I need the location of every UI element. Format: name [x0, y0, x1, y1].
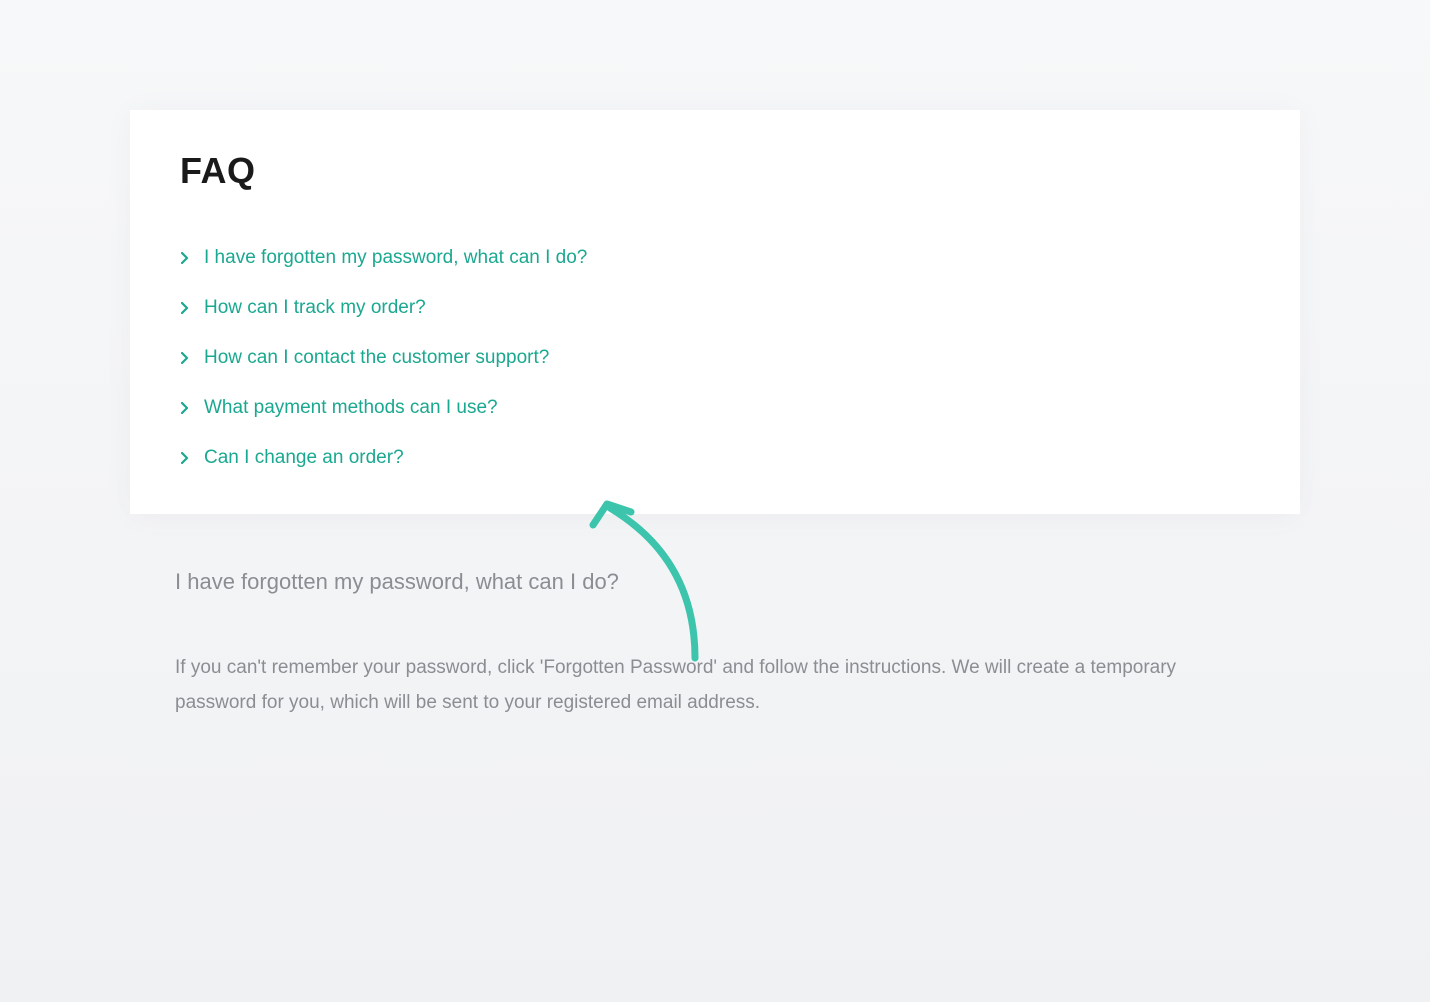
answer-title: I have forgotten my password, what can I…	[175, 569, 1255, 595]
faq-item-contact-support[interactable]: How can I contact the customer support?	[180, 347, 1250, 369]
faq-question-label: How can I track my order?	[204, 297, 426, 319]
faq-item-change-order[interactable]: Can I change an order?	[180, 447, 1250, 469]
faq-item-password[interactable]: I have forgotten my password, what can I…	[180, 247, 1250, 269]
answer-section: I have forgotten my password, what can I…	[175, 569, 1255, 720]
chevron-right-icon	[180, 302, 190, 314]
chevron-right-icon	[180, 352, 190, 364]
faq-question-label: What payment methods can I use?	[204, 397, 498, 419]
faq-item-payment-methods[interactable]: What payment methods can I use?	[180, 397, 1250, 419]
faq-question-label: Can I change an order?	[204, 447, 404, 469]
chevron-right-icon	[180, 452, 190, 464]
chevron-right-icon	[180, 402, 190, 414]
faq-question-label: How can I contact the customer support?	[204, 347, 549, 369]
faq-item-track-order[interactable]: How can I track my order?	[180, 297, 1250, 319]
chevron-right-icon	[180, 252, 190, 264]
faq-card: FAQ I have forgotten my password, what c…	[130, 110, 1300, 514]
answer-body: If you can't remember your password, cli…	[175, 650, 1255, 720]
page-container: FAQ I have forgotten my password, what c…	[0, 110, 1430, 720]
faq-heading: FAQ	[180, 150, 1250, 192]
faq-list: I have forgotten my password, what can I…	[180, 247, 1250, 469]
faq-question-label: I have forgotten my password, what can I…	[204, 247, 587, 269]
